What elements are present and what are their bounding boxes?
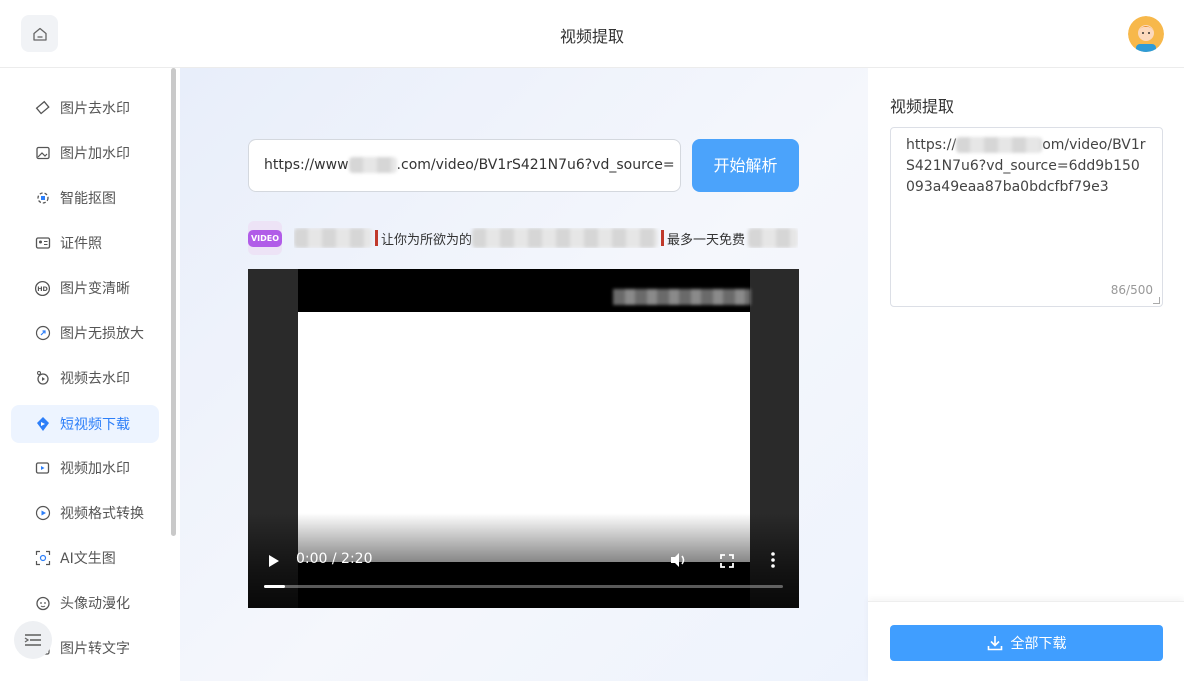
sidebar-item-label: 图片无损放大 bbox=[60, 326, 144, 342]
sidebar-item-short-video-download[interactable]: 短视频下载 bbox=[11, 405, 159, 443]
download-all-button[interactable]: 全部下载 bbox=[890, 625, 1163, 661]
progress-bar[interactable] bbox=[264, 585, 783, 588]
download-icon bbox=[987, 635, 1003, 651]
right-panel: 视频提取 https://om/video/BV1rS421N7u6?vd_so… bbox=[868, 68, 1184, 681]
char-counter: 86/500 bbox=[1110, 283, 1153, 297]
sidebar-item-label: AI文生图 bbox=[60, 551, 116, 567]
video-url-input[interactable]: https://www .com/video/BV1rS421N7u6?vd_so… bbox=[248, 139, 681, 192]
sidebar-item-video-format-convert[interactable]: 视频格式转换 bbox=[11, 494, 159, 532]
image-edit-icon bbox=[34, 145, 51, 162]
redacted-blur bbox=[956, 137, 1043, 153]
sidebar-item-ai-text-to-image[interactable]: AI文生图 bbox=[11, 539, 159, 577]
sidebar-collapse-button[interactable] bbox=[14, 621, 52, 659]
sidebar-item-lossless-enlarge[interactable]: 图片无损放大 bbox=[11, 314, 159, 352]
video-clean-icon bbox=[34, 370, 51, 387]
video-watermark-icon bbox=[34, 460, 51, 477]
hd-icon: HD bbox=[34, 280, 51, 297]
sidebar-item-label: 视频加水印 bbox=[60, 461, 130, 477]
time-display: 0:00 / 2:20 bbox=[296, 551, 373, 567]
volume-icon[interactable] bbox=[670, 552, 688, 572]
more-options-icon[interactable] bbox=[770, 552, 776, 572]
enlarge-icon bbox=[34, 325, 51, 342]
sidebar-item-image-sharpen[interactable]: HD 图片变清晰 bbox=[11, 269, 159, 307]
panel-title: 视频提取 bbox=[890, 97, 955, 116]
sidebar-item-label: 图片变清晰 bbox=[60, 281, 130, 297]
video-download-icon bbox=[34, 416, 51, 433]
sidebar-item-label: 智能抠图 bbox=[60, 191, 116, 207]
exclamation-icon bbox=[375, 230, 378, 246]
sidebar-item-label: 视频格式转换 bbox=[60, 506, 144, 522]
eraser-icon bbox=[34, 100, 51, 117]
sidebar-item-remove-image-watermark[interactable]: 图片去水印 bbox=[11, 89, 159, 127]
avatar[interactable] bbox=[1128, 16, 1164, 52]
exclamation-icon bbox=[661, 230, 665, 246]
anime-avatar-icon bbox=[34, 595, 51, 612]
sidebar-item-smart-cutout[interactable]: 智能抠图 bbox=[11, 179, 159, 217]
sidebar-item-add-video-watermark[interactable]: 视频加水印 bbox=[11, 449, 159, 487]
header: 视频提取 bbox=[0, 0, 1184, 68]
sidebar-scrollbar[interactable] bbox=[171, 68, 176, 536]
sidebar-item-label: 图片转文字 bbox=[60, 641, 130, 657]
svg-text:HD: HD bbox=[37, 285, 48, 293]
sidebar-item-remove-video-watermark[interactable]: 视频去水印 bbox=[11, 359, 159, 397]
ai-image-icon bbox=[34, 550, 51, 567]
sidebar-item-label: 图片去水印 bbox=[60, 101, 130, 117]
sidebar-item-label: 视频去水印 bbox=[60, 371, 130, 387]
video-player[interactable]: 0:00 / 2:20 bbox=[248, 269, 799, 608]
cutout-icon bbox=[34, 190, 51, 207]
menu-collapse-icon bbox=[24, 634, 41, 646]
start-parse-button[interactable]: 开始解析 bbox=[692, 139, 799, 192]
id-card-icon bbox=[34, 235, 51, 252]
video-title: 让你为所欲为的 最多一天免费 bbox=[294, 228, 799, 248]
play-icon[interactable] bbox=[268, 553, 280, 572]
video-info: VIDEO 让你为所欲为的 最多一天免费 bbox=[247, 221, 805, 255]
video-thumbnail-icon: VIDEO bbox=[247, 221, 283, 255]
fullscreen-icon[interactable] bbox=[720, 553, 734, 572]
redacted-blur bbox=[348, 157, 397, 173]
sidebar-item-label: 证件照 bbox=[60, 236, 102, 252]
video-convert-icon bbox=[34, 505, 51, 522]
url-text-suffix: .com/video/BV1rS421N7u6?vd_source= bbox=[396, 157, 675, 173]
video-watermark bbox=[613, 289, 751, 305]
sidebar-item-label: 头像动漫化 bbox=[60, 596, 130, 612]
sidebar: 图片去水印 图片加水印 智能抠图 证件照 HD 图片变清晰 图片无损放大 视频去… bbox=[0, 68, 180, 681]
sidebar-item-id-photo[interactable]: 证件照 bbox=[11, 224, 159, 262]
extracted-url-textarea[interactable]: https://om/video/BV1rS421N7u6?vd_source=… bbox=[890, 127, 1163, 307]
sidebar-item-add-image-watermark[interactable]: 图片加水印 bbox=[11, 134, 159, 172]
sidebar-item-anime-avatar[interactable]: 头像动漫化 bbox=[11, 584, 159, 622]
resize-handle[interactable] bbox=[1153, 297, 1160, 304]
page-title: 视频提取 bbox=[559, 27, 624, 46]
url-text-prefix: https://www bbox=[264, 157, 349, 173]
main-content: https://www .com/video/BV1rS421N7u6?vd_so… bbox=[180, 68, 868, 681]
sidebar-item-label: 短视频下载 bbox=[60, 417, 130, 433]
panel-footer: 全部下载 bbox=[868, 601, 1184, 681]
progress-played bbox=[264, 585, 285, 588]
sidebar-item-label: 图片加水印 bbox=[60, 146, 130, 162]
